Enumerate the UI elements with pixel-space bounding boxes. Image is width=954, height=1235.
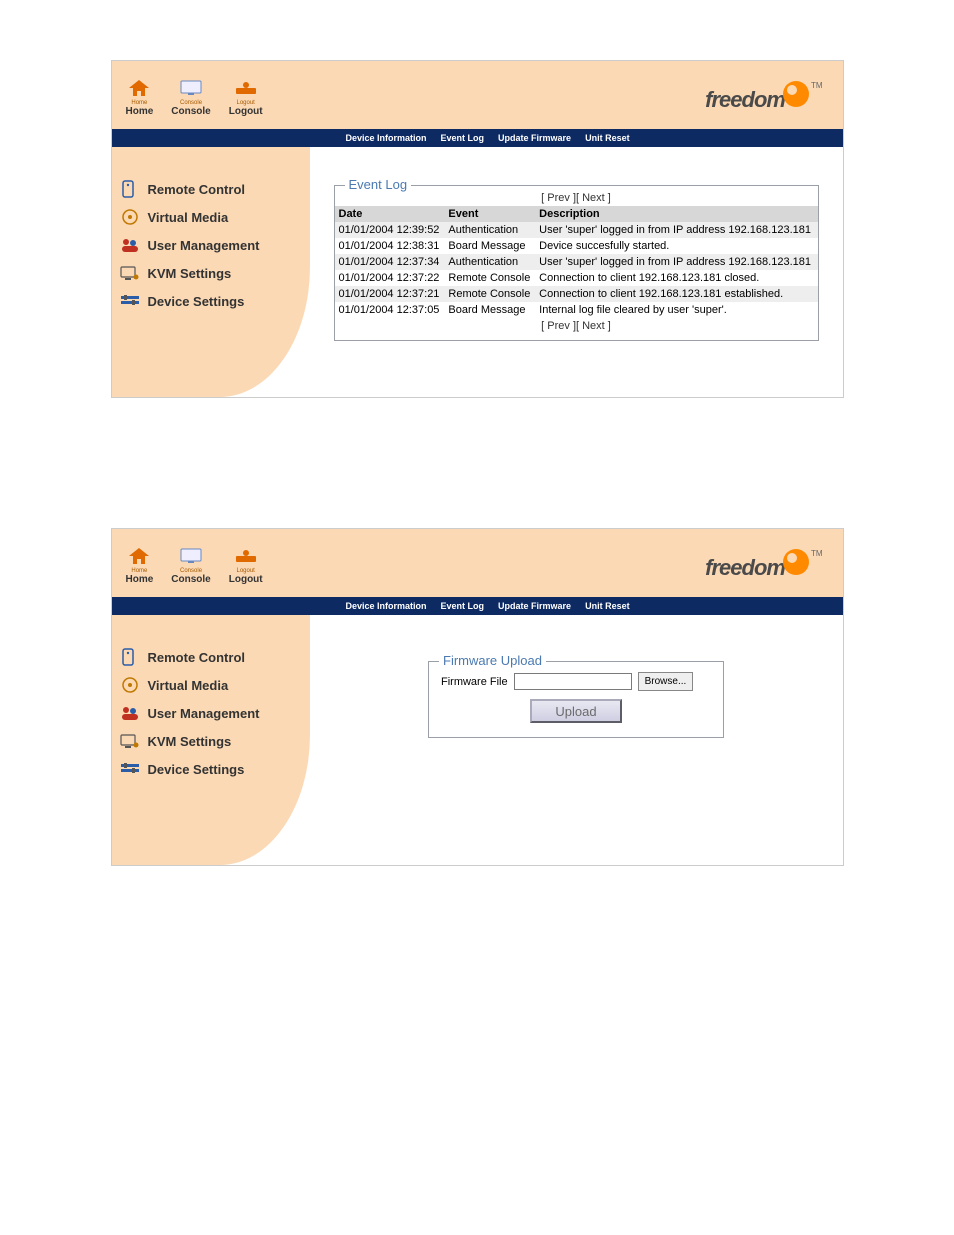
menu-event-log[interactable]: Event Log xyxy=(441,133,485,143)
brand-9-icon xyxy=(783,81,809,107)
top-bar: Home Home Console Console Logout Logout … xyxy=(112,61,843,129)
menu-event-log[interactable]: Event Log xyxy=(441,601,485,611)
menu-bar: Device Information Event Log Update Firm… xyxy=(112,597,843,615)
firmware-upload-panel: Firmware Upload Firmware File Browse... … xyxy=(428,661,724,738)
col-desc: Description xyxy=(535,206,817,222)
sidebar-item-virtual-media[interactable]: Virtual Media xyxy=(118,203,310,231)
virtual-media-icon xyxy=(118,676,142,694)
sidebar-item-device-settings[interactable]: Device Settings xyxy=(118,287,310,315)
browse-button[interactable]: Browse... xyxy=(638,672,694,691)
top-home-label: Home xyxy=(126,574,154,585)
top-logout[interactable]: Logout Logout xyxy=(229,78,263,117)
sidebar-item-kvm-settings[interactable]: KVM Settings xyxy=(118,259,310,287)
event-log-table: Date Event Description 01/01/2004 12:39:… xyxy=(335,206,818,318)
brand-logo: freedom TM xyxy=(705,81,828,113)
top-console[interactable]: Console Console xyxy=(171,78,210,117)
device-settings-icon xyxy=(118,760,142,778)
table-row: 01/01/2004 12:38:31 Board Message Device… xyxy=(335,238,818,254)
sidebar-item-virtual-media[interactable]: Virtual Media xyxy=(118,671,310,699)
table-row: 01/01/2004 12:37:22 Remote Console Conne… xyxy=(335,270,818,286)
col-date: Date xyxy=(335,206,445,222)
sidebar-item-label: Device Settings xyxy=(148,762,245,777)
screenshot-event-log: Home Home Console Console Logout Logout … xyxy=(111,60,844,398)
top-console-label: Console xyxy=(171,106,210,117)
console-icon xyxy=(179,546,203,566)
screenshot-firmware-upload: Home Home Console Console Logout Logout … xyxy=(111,528,844,866)
remote-control-icon xyxy=(118,648,142,666)
device-settings-icon xyxy=(118,292,142,310)
virtual-media-icon xyxy=(118,208,142,226)
main-firmware: Firmware Upload Firmware File Browse... … xyxy=(310,615,843,865)
col-event: Event xyxy=(444,206,535,222)
upload-button[interactable]: Upload xyxy=(530,699,622,723)
event-log-title: Event Log xyxy=(345,177,412,192)
sidebar-item-label: Device Settings xyxy=(148,294,245,309)
top-logout-label: Logout xyxy=(229,574,263,585)
sidebar-item-remote-control[interactable]: Remote Control xyxy=(118,175,310,203)
sidebar-item-device-settings[interactable]: Device Settings xyxy=(118,755,310,783)
brand-9-icon xyxy=(783,549,809,575)
sidebar-item-user-management[interactable]: User Management xyxy=(118,231,310,259)
pager-top: [ Prev ][ Next ] xyxy=(335,190,818,206)
sidebar-item-label: Remote Control xyxy=(148,182,246,197)
menu-device-info[interactable]: Device Information xyxy=(346,601,427,611)
top-bar: Home Home Console Console Logout Logout … xyxy=(112,529,843,597)
table-row: 01/01/2004 12:37:05 Board Message Intern… xyxy=(335,302,818,318)
top-home[interactable]: Home Home xyxy=(126,78,154,117)
sidebar: Remote Control Virtual Media User Manage… xyxy=(112,615,310,865)
firmware-file-input[interactable] xyxy=(514,673,632,690)
menu-update-fw[interactable]: Update Firmware xyxy=(498,601,571,611)
kvm-settings-icon xyxy=(118,264,142,282)
menu-unit-reset[interactable]: Unit Reset xyxy=(585,133,630,143)
pager-prev[interactable]: [ Prev ] xyxy=(541,320,576,332)
menu-bar: Device Information Event Log Update Firm… xyxy=(112,129,843,147)
table-row: 01/01/2004 12:39:52 Authentication User … xyxy=(335,222,818,238)
firmware-file-label: Firmware File xyxy=(441,676,508,688)
sidebar-item-kvm-settings[interactable]: KVM Settings xyxy=(118,727,310,755)
main-event-log: Event Log [ Prev ][ Next ] Date Event De… xyxy=(310,147,843,397)
pager-next[interactable]: [ Next ] xyxy=(576,192,611,204)
top-logout[interactable]: Logout Logout xyxy=(229,546,263,585)
sidebar-item-label: User Management xyxy=(148,706,260,721)
sidebar-item-label: User Management xyxy=(148,238,260,253)
menu-update-fw[interactable]: Update Firmware xyxy=(498,133,571,143)
user-management-icon xyxy=(118,236,142,254)
firmware-upload-title: Firmware Upload xyxy=(439,653,546,668)
console-icon xyxy=(179,78,203,98)
user-management-icon xyxy=(118,704,142,722)
top-home[interactable]: Home Home xyxy=(126,546,154,585)
pager-prev[interactable]: [ Prev ] xyxy=(541,192,576,204)
menu-unit-reset[interactable]: Unit Reset xyxy=(585,601,630,611)
home-icon xyxy=(127,78,151,98)
logout-icon xyxy=(234,78,258,98)
pager-bottom: [ Prev ][ Next ] xyxy=(335,318,818,334)
top-console-label: Console xyxy=(171,574,210,585)
home-icon xyxy=(127,546,151,566)
sidebar-item-label: Remote Control xyxy=(148,650,246,665)
top-console[interactable]: Console Console xyxy=(171,546,210,585)
pager-next[interactable]: [ Next ] xyxy=(576,320,611,332)
sidebar-item-label: KVM Settings xyxy=(148,734,232,749)
table-row: 01/01/2004 12:37:34 Authentication User … xyxy=(335,254,818,270)
brand-logo: freedom TM xyxy=(705,549,828,581)
kvm-settings-icon xyxy=(118,732,142,750)
remote-control-icon xyxy=(118,180,142,198)
top-home-label: Home xyxy=(126,106,154,117)
sidebar: Remote Control Virtual Media User Manage… xyxy=(112,147,310,397)
sidebar-item-user-management[interactable]: User Management xyxy=(118,699,310,727)
sidebar-item-remote-control[interactable]: Remote Control xyxy=(118,643,310,671)
sidebar-item-label: KVM Settings xyxy=(148,266,232,281)
event-log-panel: Event Log [ Prev ][ Next ] Date Event De… xyxy=(334,185,819,341)
table-row: 01/01/2004 12:37:21 Remote Console Conne… xyxy=(335,286,818,302)
sidebar-item-label: Virtual Media xyxy=(148,210,229,225)
top-logout-label: Logout xyxy=(229,106,263,117)
logout-icon xyxy=(234,546,258,566)
menu-device-info[interactable]: Device Information xyxy=(346,133,427,143)
sidebar-item-label: Virtual Media xyxy=(148,678,229,693)
